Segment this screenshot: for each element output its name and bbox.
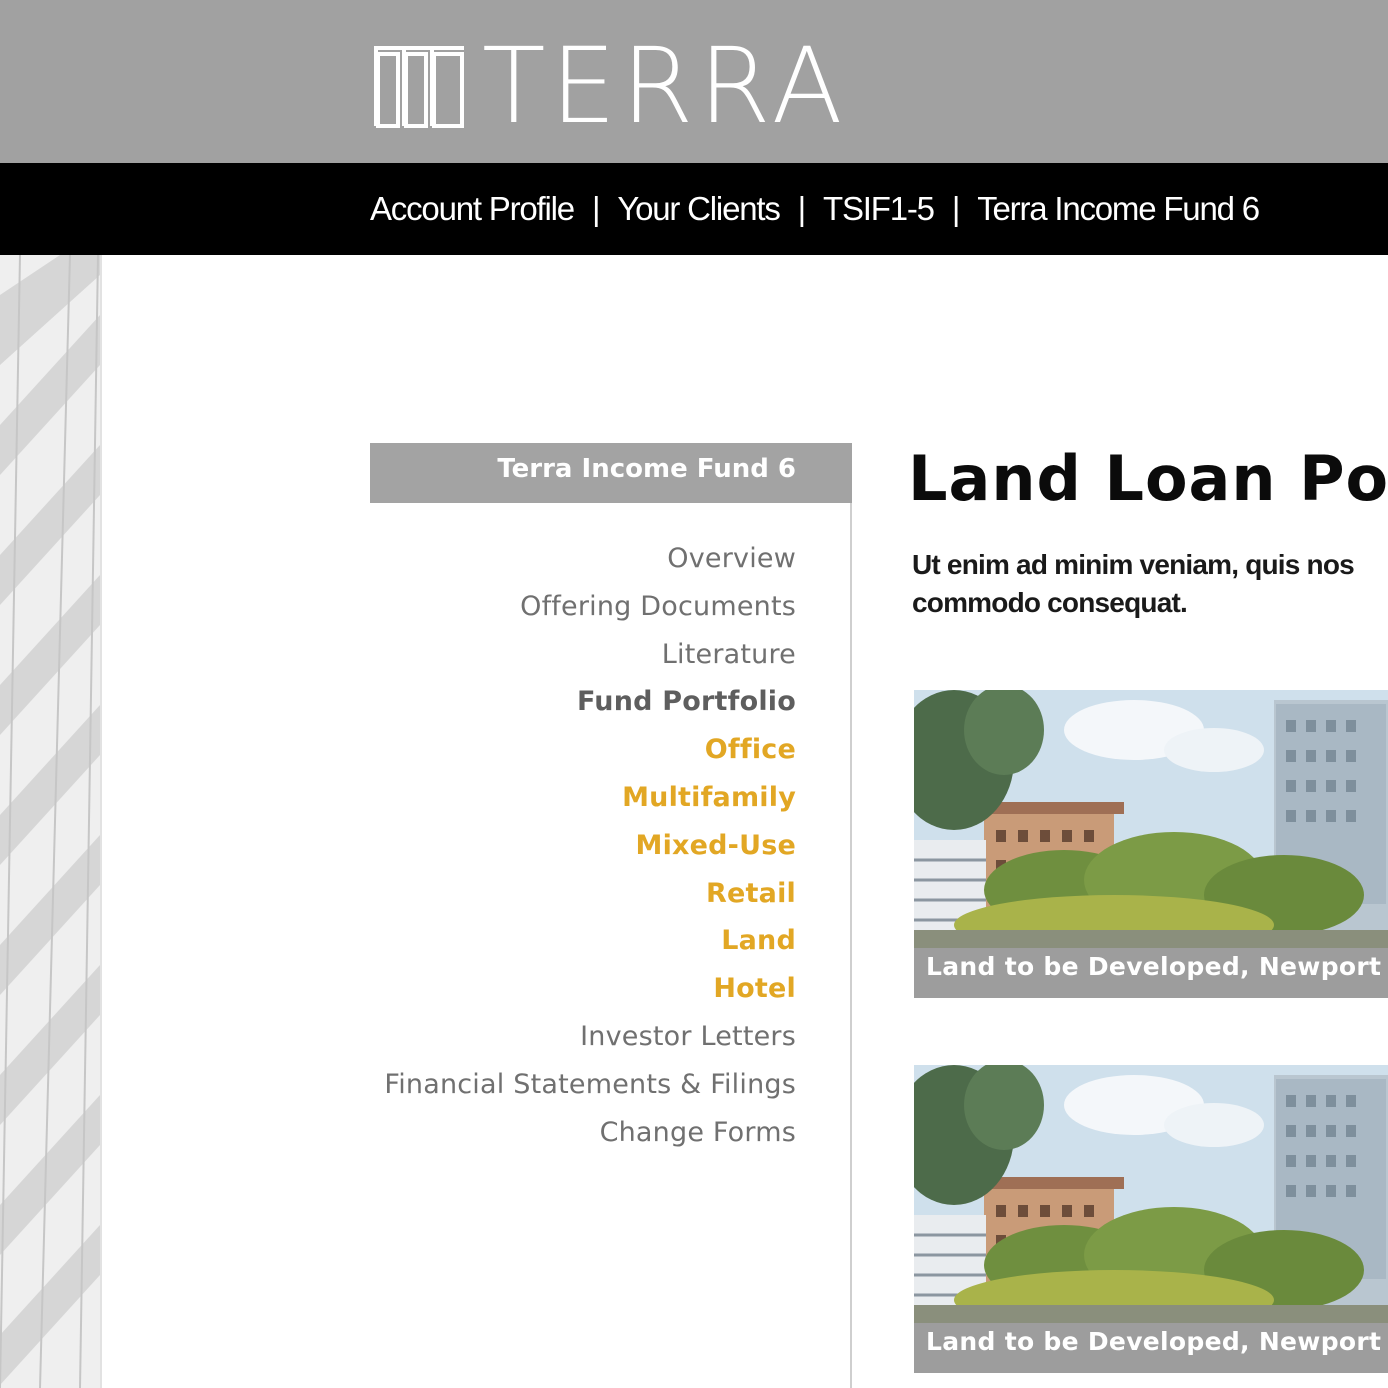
- decorative-facade-panel: [0, 255, 102, 1388]
- sidebar-item-retail[interactable]: Retail: [370, 870, 796, 918]
- nav-separator: |: [797, 190, 807, 227]
- sidebar-item-office[interactable]: Office: [370, 726, 796, 774]
- sidebar-item-change-forms[interactable]: Change Forms: [370, 1109, 796, 1157]
- property-caption: Land to be Developed, Newport Be: [926, 1327, 1388, 1356]
- intro-line: Ut enim ad minim veniam, quis nos: [912, 549, 1355, 580]
- terra-logo-mark-icon: [374, 46, 464, 128]
- site-header: TERRA: [0, 0, 1388, 163]
- page-title: Land Loan Port: [908, 442, 1388, 515]
- property-illustration: [914, 1065, 1388, 1323]
- sidebar-item-mixed-use[interactable]: Mixed-Use: [370, 822, 796, 870]
- sidebar-item-fund-portfolio[interactable]: Fund Portfolio: [370, 678, 796, 726]
- side-menu-title: Terra Income Fund 6: [497, 454, 796, 484]
- sidebar-item-hotel[interactable]: Hotel: [370, 965, 796, 1013]
- sidebar-item-financial-statements-filings[interactable]: Financial Statements & Filings: [370, 1061, 796, 1109]
- sidebar-item-land[interactable]: Land: [370, 917, 796, 965]
- side-menu-header: Terra Income Fund 6: [370, 443, 852, 503]
- nav-separator: |: [951, 190, 961, 227]
- nav-tsif1-5[interactable]: TSIF1-5: [823, 190, 935, 228]
- brand-name: TERRA: [482, 25, 848, 147]
- nav-your-clients[interactable]: Your Clients: [617, 190, 781, 228]
- property-card[interactable]: Land to be Developed, Newport Be: [914, 1065, 1388, 1373]
- sidebar-item-overview[interactable]: Overview: [370, 535, 796, 583]
- sidebar-item-investor-letters[interactable]: Investor Letters: [370, 1013, 796, 1061]
- sidebar-item-literature[interactable]: Literature: [370, 631, 796, 679]
- side-menu-list: Overview Offering Documents Literature Fund…: [370, 535, 796, 1156]
- intro-paragraph: Ut enim ad minim veniam, quis nos commod…: [912, 546, 1388, 622]
- intro-line: commodo consequat.: [912, 587, 1188, 618]
- nav-account-profile[interactable]: Account Profile: [370, 190, 575, 228]
- top-navigation: Account Profile | Your Clients | TSIF1-5…: [0, 163, 1388, 255]
- terra-logo[interactable]: TERRA: [372, 25, 848, 147]
- sidebar-item-multifamily[interactable]: Multifamily: [370, 774, 796, 822]
- nav-separator: |: [591, 190, 601, 227]
- property-illustration: [914, 690, 1388, 948]
- sidebar-item-offering-documents[interactable]: Offering Documents: [370, 583, 796, 631]
- fund-side-menu: Terra Income Fund 6 Overview Offering Doc…: [370, 443, 852, 1388]
- property-caption: Land to be Developed, Newport Be: [926, 952, 1388, 981]
- nav-terra-income-fund-6[interactable]: Terra Income Fund 6: [977, 190, 1260, 228]
- property-card[interactable]: Land to be Developed, Newport Be: [914, 690, 1388, 998]
- facade-pattern-icon: [0, 255, 100, 1388]
